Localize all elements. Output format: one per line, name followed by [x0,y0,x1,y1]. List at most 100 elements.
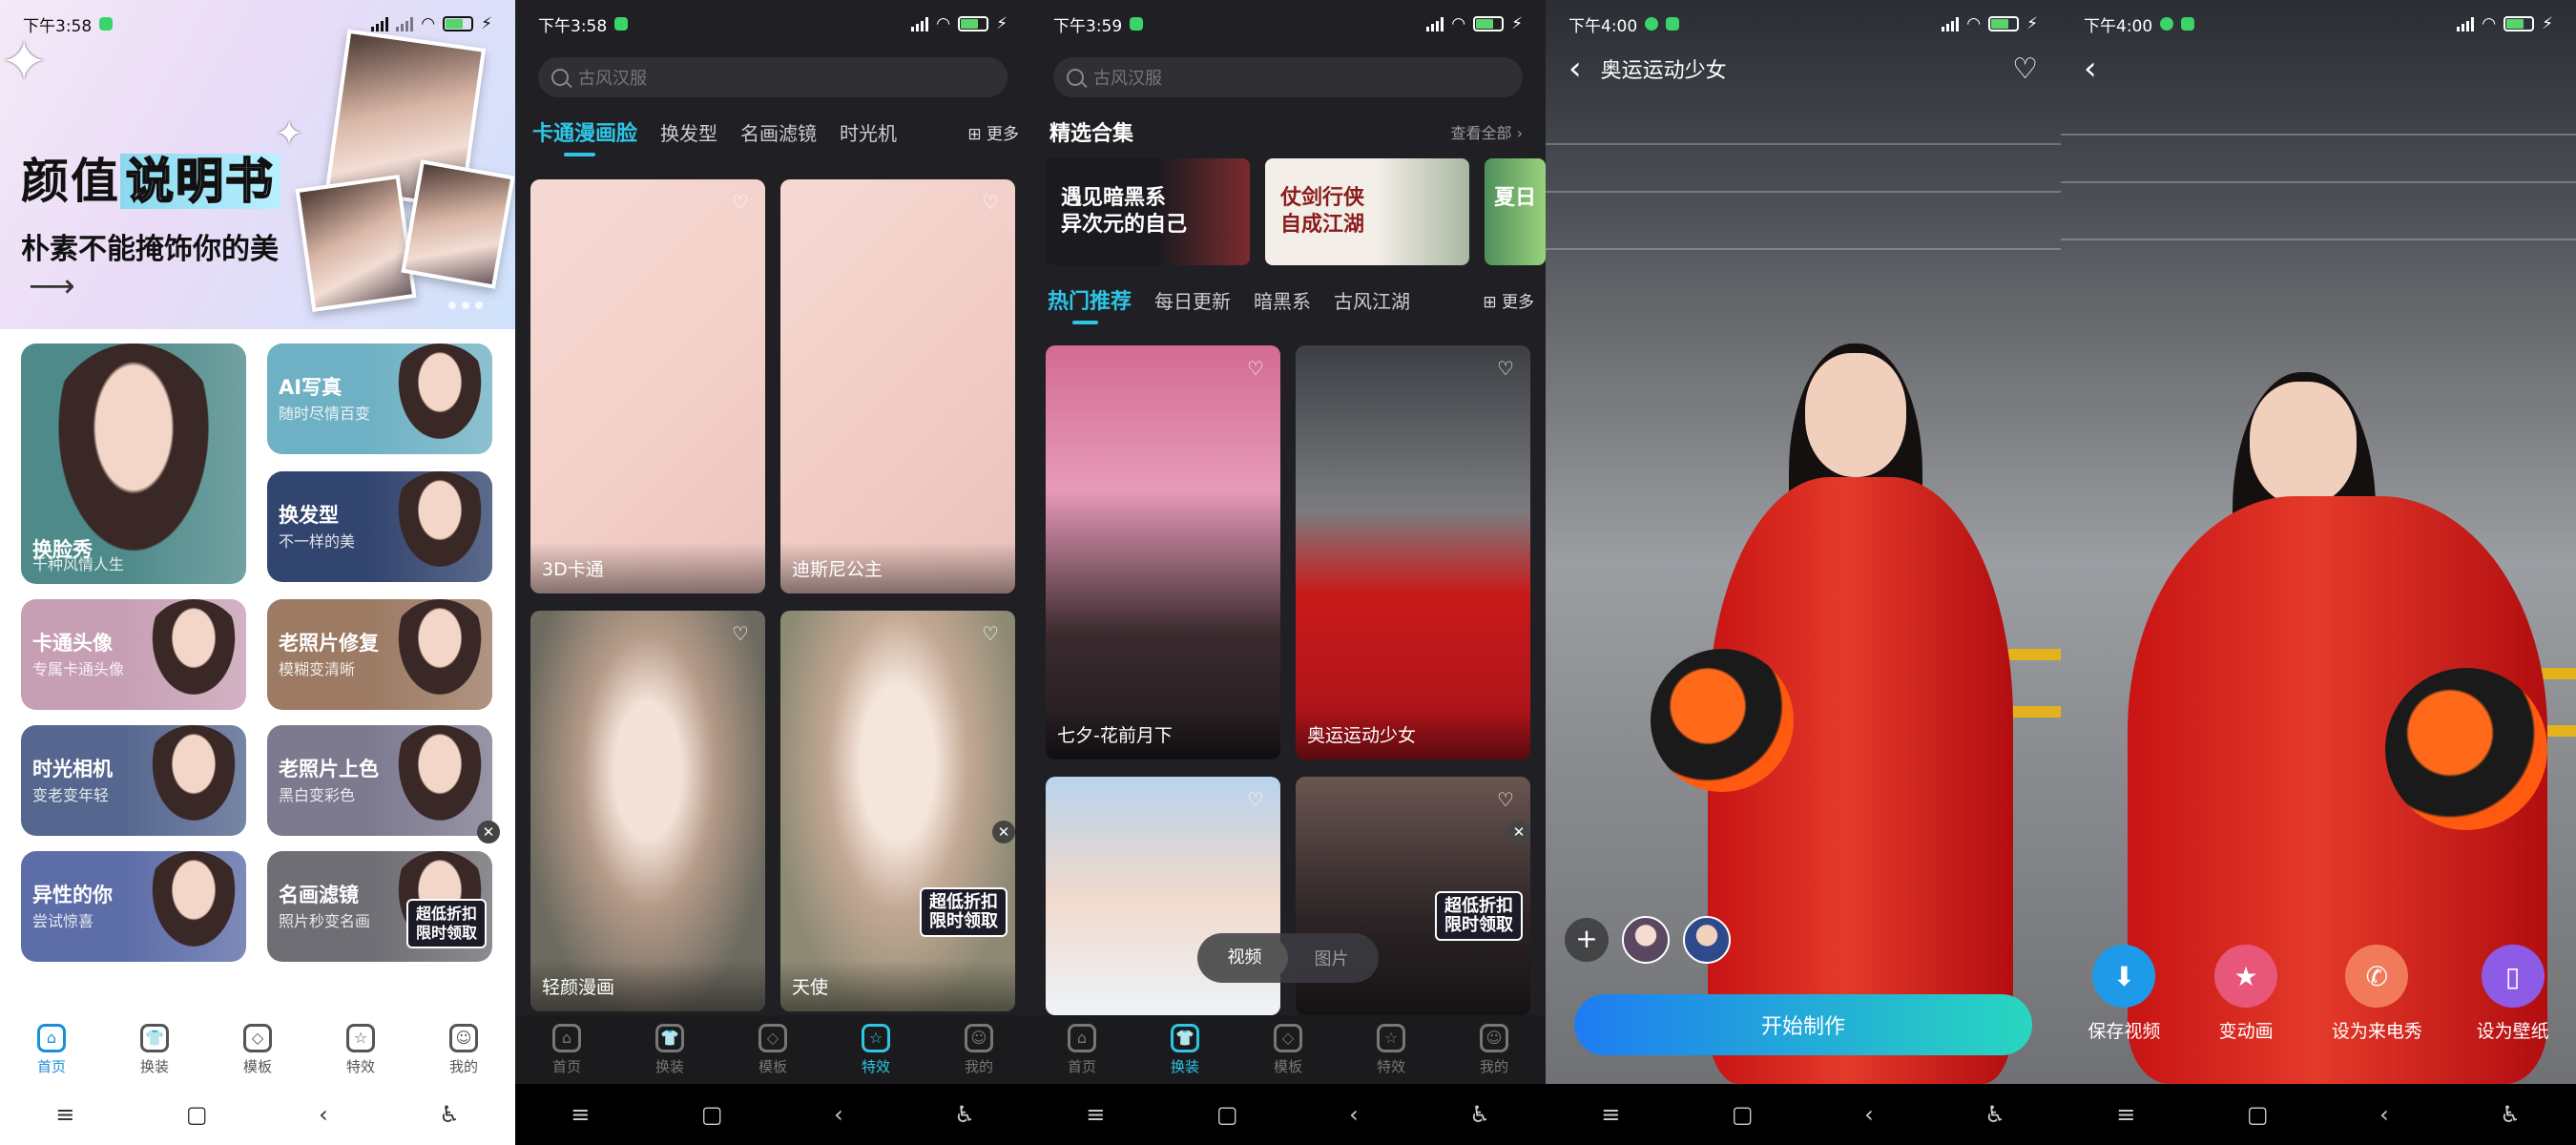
feature-card[interactable]: 名画滤镜 照片秒变名画 超低折扣 限时领取 [267,851,492,962]
toggle-video[interactable]: 视频 [1201,937,1288,979]
favorite-icon[interactable]: ♡ [1244,790,1267,809]
back-icon[interactable]: ‹ [2379,1101,2389,1128]
start-button[interactable]: 开始制作 [1574,994,2032,1055]
tab-template[interactable]: ◇ 模板 [219,1023,296,1076]
menu-icon[interactable]: ≡ [571,1101,590,1128]
template-card[interactable]: ♡ 3D卡通 [530,179,765,593]
back-arrow-icon[interactable]: ‹ [2084,52,2097,85]
category-tab[interactable]: 古风江湖 [1334,286,1410,314]
feature-card[interactable]: 老照片上色 黑白变彩色 [267,725,492,836]
signal-icon [1426,16,1444,31]
home-icon[interactable]: ▢ [701,1101,723,1128]
close-icon[interactable]: ✕ [1507,821,1530,843]
category-tab[interactable]: 时光机 [840,118,897,146]
tab-home[interactable]: ⌂ 首页 [13,1023,90,1076]
menu-icon[interactable]: ≡ [1601,1101,1620,1128]
category-tab[interactable]: 卡通漫画脸 [532,116,637,156]
favorite-icon[interactable]: ♡ [979,624,1002,643]
tab-mine[interactable]: ☺ 我的 [1456,1023,1532,1076]
feature-card[interactable]: 换脸秀 千种风情人生 [21,344,246,584]
search-input[interactable]: 古风汉服 [538,57,1008,97]
banner[interactable]: 下午3:58 ◠ ⚡ ✦ ✦ 颜值 说明书 朴素不能掩饰你的美 ⟶ [0,0,515,329]
favorite-icon[interactable]: ♡ [1244,359,1267,378]
collection-card[interactable]: 遇见暗黑系 异次元的自己 [1046,158,1250,265]
more-categories-button[interactable]: ⊞ 更多 [967,120,1019,144]
favorite-icon[interactable]: ♡ [729,193,752,212]
face-avatar[interactable] [1622,916,1670,964]
add-face-button[interactable]: + [1565,918,1609,962]
home-icon[interactable]: ▢ [1732,1101,1754,1128]
promo-badge[interactable]: 超低折扣 限时领取 [920,887,1008,937]
feature-card[interactable]: AI写真 随时尽情百变 [267,344,492,454]
accessibility-icon[interactable]: ♿ [1469,1101,1490,1128]
tab-template[interactable]: ◇ 模板 [1250,1023,1326,1076]
collection-card[interactable]: 夏日 [1485,158,1546,265]
back-arrow-icon[interactable]: ‹ [1568,52,1582,85]
feature-card[interactable]: 异性的你 尝试惊喜 [21,851,246,962]
action-wallpaper[interactable]: ▯ 设为壁纸 [2477,945,2549,1043]
back-icon[interactable]: ‹ [834,1101,843,1128]
tab-dressup[interactable]: 👕 换装 [116,1023,193,1076]
action-magic[interactable]: ★ 变动画 [2214,945,2278,1043]
back-icon[interactable]: ‹ [319,1101,328,1128]
tab-dressup[interactable]: 👕 换装 [632,1023,708,1076]
template-card[interactable]: ♡ 七夕-花前月下 [1046,345,1280,760]
shirt-icon: 👕 [140,1023,169,1052]
menu-icon[interactable]: ≡ [1086,1101,1105,1128]
favorite-icon[interactable]: ♡ [1494,790,1517,809]
feature-card[interactable]: 换发型 不一样的美 [267,471,492,582]
accessibility-icon[interactable]: ♿ [1984,1101,2005,1128]
feature-subtitle: 黑白变彩色 [279,786,356,804]
home-icon[interactable]: ▢ [1216,1101,1238,1128]
favorite-icon[interactable]: ♡ [1494,359,1517,378]
tab-mine[interactable]: ☺ 我的 [426,1023,502,1076]
template-card[interactable]: ♡ 超低折扣 限时领取 天使 [780,611,1015,1011]
tab-effects[interactable]: ☆ 特效 [838,1023,914,1076]
face-avatar[interactable] [1683,916,1731,964]
category-tab[interactable]: 热门推荐 [1048,284,1132,324]
home-icon[interactable]: ▢ [186,1101,208,1128]
tab-home[interactable]: ⌂ 首页 [1044,1023,1120,1076]
favorite-icon[interactable]: ♡ [2012,52,2038,86]
tab-dressup[interactable]: 👕 换装 [1147,1023,1223,1076]
close-icon[interactable]: ✕ [992,821,1015,843]
collection-card[interactable]: 仗剑行侠 自成江湖 [1265,158,1469,265]
accessibility-icon[interactable]: ♿ [439,1101,460,1128]
category-tab[interactable]: 每日更新 [1154,286,1231,314]
category-tab[interactable]: 换发型 [660,118,717,146]
category-tab[interactable]: 暗黑系 [1254,286,1311,314]
menu-icon[interactable]: ≡ [55,1101,74,1128]
feature-card[interactable]: 卡通头像 专属卡通头像 [21,599,246,710]
video-result[interactable] [2061,0,2576,1084]
close-icon[interactable]: ✕ [477,821,500,843]
tab-bar: ⌂ 首页 👕 换装 ◇ 模板 ☆ 特效 ☺ 我的 [1030,1015,1546,1084]
tab-home[interactable]: ⌂ 首页 [529,1023,605,1076]
accessibility-icon[interactable]: ♿ [2500,1101,2521,1128]
home-icon[interactable]: ▢ [2247,1101,2269,1128]
feature-card[interactable]: 时光相机 变老变年轻 [21,725,246,836]
action-download[interactable]: ⬇ 保存视频 [2088,945,2160,1043]
feature-card[interactable]: 老照片修复 模糊变清晰 [267,599,492,710]
tab-effects[interactable]: ☆ 特效 [1353,1023,1429,1076]
back-icon[interactable]: ‹ [1864,1101,1874,1128]
template-card[interactable]: ♡ 迪斯尼公主 [780,179,1015,593]
tab-mine[interactable]: ☺ 我的 [941,1023,1017,1076]
tab-effects[interactable]: ☆ 特效 [322,1023,399,1076]
more-categories-button[interactable]: ⊞ 更多 [1483,288,1534,312]
accessibility-icon[interactable]: ♿ [954,1101,975,1128]
favorite-icon[interactable]: ♡ [979,193,1002,212]
media-toggle[interactable]: 视频 图片 [1197,933,1379,983]
view-all-link[interactable]: 查看全部 › [1451,120,1524,143]
template-card[interactable]: ♡ 奥运运动少女 [1296,345,1530,760]
category-tab[interactable]: 名画滤镜 [740,118,817,146]
tab-template[interactable]: ◇ 模板 [735,1023,811,1076]
menu-icon[interactable]: ≡ [2116,1101,2135,1128]
favorite-icon[interactable]: ♡ [729,624,752,643]
action-phone[interactable]: ✆ 设为来电秀 [2332,945,2422,1043]
toggle-image[interactable]: 图片 [1288,946,1375,970]
search-input[interactable]: 古风汉服 [1053,57,1523,97]
promo-badge[interactable]: 超低折扣 限时领取 [406,899,488,948]
back-icon[interactable]: ‹ [1349,1101,1359,1128]
promo-badge[interactable]: 超低折扣 限时领取 [1435,891,1523,941]
template-card[interactable]: ♡ 轻颜漫画 [530,611,765,1011]
